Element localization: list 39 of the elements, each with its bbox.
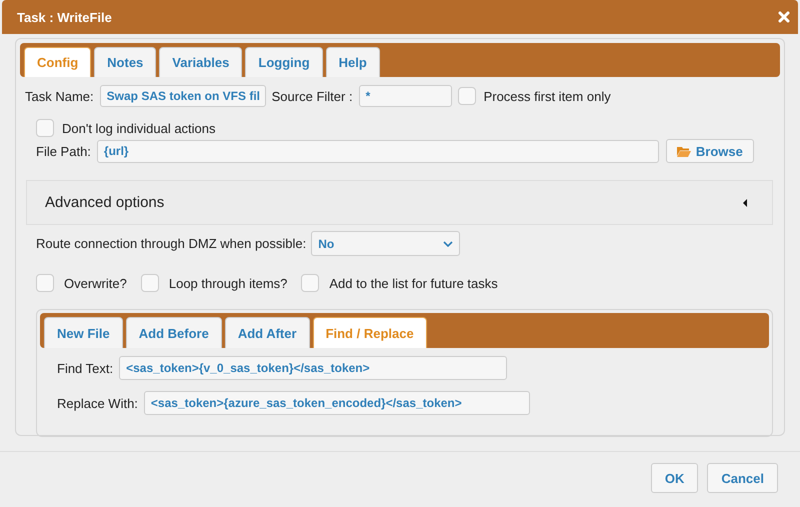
field-label: Replace With:: [57, 396, 138, 410]
tab[interactable]: New File: [44, 317, 123, 348]
file-path-field[interactable]: {url}: [96, 140, 659, 162]
tab[interactable]: Find / Replace: [312, 317, 427, 348]
task-name-field[interactable]: Swap SAS token on VFS fil: [100, 85, 266, 107]
tab[interactable]: Notes: [94, 47, 156, 77]
field-label: Source Filter :: [272, 88, 353, 104]
advanced-options-header[interactable]: Advanced options: [26, 180, 773, 225]
browse-button[interactable]: Browse: [666, 139, 754, 163]
dialog-button[interactable]: OK: [650, 463, 698, 493]
tab[interactable]: Logging: [245, 47, 323, 77]
dmz-dropdown[interactable]: No: [311, 231, 460, 256]
folder-icon: [676, 146, 691, 156]
replace-with-field[interactable]: <sas_token>{azure_sas_token_encoded}</sas_token>: [144, 391, 530, 415]
checkbox-label: Overwrite?: [64, 276, 127, 290]
chevron-down-icon: [443, 240, 454, 246]
tab[interactable]: Help: [326, 47, 380, 77]
field-label: Route connection through DMZ when possible:: [36, 236, 306, 251]
window-title: Task : WriteFile: [17, 10, 112, 24]
close-icon[interactable]: [778, 11, 790, 23]
checkbox[interactable]: [36, 119, 54, 137]
checkbox-label: Process first item only: [484, 88, 611, 104]
field-label: Find Text:: [57, 360, 114, 376]
checkbox-label: Loop through items?: [168, 276, 288, 290]
field-label: File Path:: [36, 144, 91, 158]
checkbox-label: Add to the list for future tasks: [329, 276, 498, 290]
source-filter-field[interactable]: *: [358, 85, 452, 107]
dialog-button[interactable]: Cancel: [707, 463, 778, 493]
checkbox[interactable]: [301, 274, 320, 292]
find-text-field[interactable]: <sas_token>{v_0_sas_token}</sas_token>: [119, 356, 508, 380]
checkbox[interactable]: [140, 274, 159, 292]
checkbox-label: Don't log individual actions: [62, 120, 216, 136]
checkbox[interactable]: [36, 274, 54, 292]
tab[interactable]: Add Before: [126, 317, 222, 348]
tab[interactable]: Config: [24, 47, 92, 77]
field-label: Task Name:: [25, 88, 94, 104]
tab[interactable]: Add After: [224, 317, 310, 348]
checkbox[interactable]: [458, 87, 476, 105]
tab[interactable]: Variables: [159, 47, 242, 77]
